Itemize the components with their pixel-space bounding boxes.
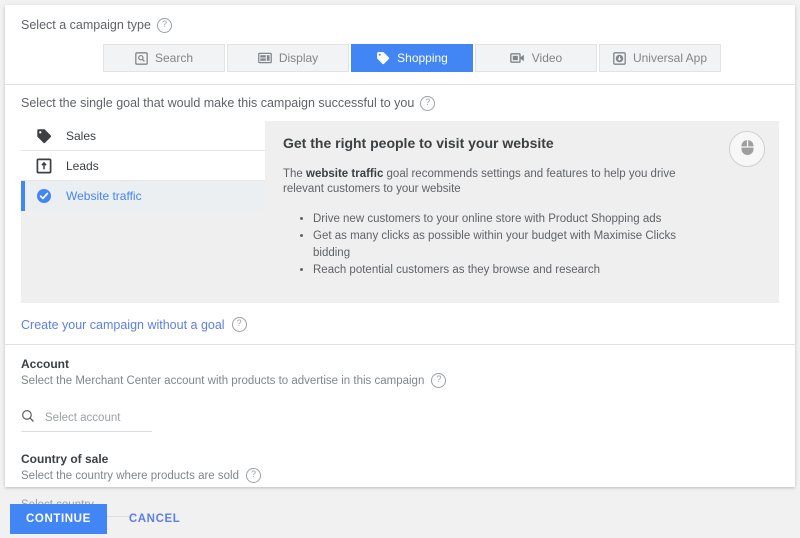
tab-display[interactable]: Display xyxy=(227,44,349,72)
country-subtitle: Select the country where products are so… xyxy=(21,469,239,482)
continue-button[interactable]: CONTINUE xyxy=(10,504,107,534)
campaign-type-label: Select a campaign type xyxy=(21,18,151,32)
goal-item-label: Website traffic xyxy=(66,189,142,203)
tab-shopping[interactable]: Shopping xyxy=(351,44,473,72)
search-square-icon xyxy=(135,51,148,65)
create-without-goal-label: Create your campaign without a goal xyxy=(21,317,225,332)
list-item: Drive new customers to your online store… xyxy=(313,211,709,228)
account-subtitle-row: Select the Merchant Center account with … xyxy=(21,373,795,388)
goal-label-row: Select the single goal that would make t… xyxy=(5,95,795,111)
goal-list: Sales Leads Website traffic xyxy=(21,121,265,303)
goal-detail-title: Get the right people to visit your websi… xyxy=(283,135,554,151)
account-section: Account Select the Merchant Center accou… xyxy=(5,345,795,517)
goal-label: Select the single goal that would make t… xyxy=(21,96,415,110)
download-circle-icon xyxy=(613,51,626,65)
campaign-type-section: Select a campaign type Search xyxy=(5,5,795,85)
computer-mouse-icon xyxy=(740,139,755,159)
tab-label: Universal App xyxy=(632,51,708,65)
goal-item-label: Leads xyxy=(66,158,99,173)
tab-label: Shopping xyxy=(397,51,448,65)
tab-label: Video xyxy=(531,51,563,65)
price-tag-icon xyxy=(376,51,390,65)
goal-detail-bullets: Drive new customers to your online store… xyxy=(283,211,709,279)
tab-video[interactable]: Video xyxy=(475,44,597,72)
campaign-card: Select a campaign type Search xyxy=(5,5,795,517)
campaign-type-label-row: Select a campaign type xyxy=(5,17,795,33)
goal-detail: Get the right people to visit your websi… xyxy=(265,121,779,303)
help-circle-icon[interactable] xyxy=(431,373,447,388)
account-search-input[interactable]: Select account xyxy=(21,403,152,432)
list-item: Reach potential customers as they browse… xyxy=(313,262,709,279)
computer-mouse-badge xyxy=(729,131,765,167)
list-item: Get as many clicks as possible within yo… xyxy=(313,228,709,262)
desc-bold: website traffic xyxy=(306,168,384,180)
help-circle-icon[interactable] xyxy=(156,17,172,33)
goal-item-leads[interactable]: Leads xyxy=(21,151,265,181)
footer-actions: CONTINUE CANCEL xyxy=(0,504,192,534)
tab-label: Display xyxy=(278,51,319,65)
account-input-placeholder: Select account xyxy=(45,411,121,424)
cancel-button[interactable]: CANCEL xyxy=(117,504,193,534)
campaign-setup-page: Select a campaign type Search xyxy=(0,0,800,538)
goal-section: Select the single goal that would make t… xyxy=(5,85,795,345)
account-title: Account xyxy=(21,357,69,371)
goal-detail-description: The website traffic goal recommends sett… xyxy=(283,167,709,197)
display-layout-icon xyxy=(257,52,272,64)
create-without-goal-link[interactable]: Create your campaign without a goal xyxy=(5,303,795,332)
desc-before: The xyxy=(283,168,307,180)
goal-item-website-traffic[interactable]: Website traffic xyxy=(21,181,265,211)
help-circle-icon[interactable] xyxy=(231,317,247,332)
goal-item-sales[interactable]: Sales xyxy=(21,121,265,151)
search-icon xyxy=(21,409,35,426)
campaign-type-tabs: Search Display Shopping Video Universal … xyxy=(5,44,795,72)
check-circle-icon xyxy=(35,187,53,205)
country-subtitle-row: Select the country where products are so… xyxy=(21,468,795,483)
form-spacer xyxy=(21,432,795,452)
goal-panel: Sales Leads Website traffic Get the righ… xyxy=(21,121,779,303)
video-camera-icon xyxy=(509,52,525,64)
tab-universal-app[interactable]: Universal App xyxy=(599,44,721,72)
tab-label: Search xyxy=(154,51,194,65)
help-circle-icon[interactable] xyxy=(245,468,261,483)
price-tag-icon xyxy=(35,127,53,145)
account-subtitle: Select the Merchant Center account with … xyxy=(21,374,425,387)
country-title: Country of sale xyxy=(21,452,109,466)
upload-box-icon xyxy=(35,157,53,175)
goal-item-label: Sales xyxy=(66,128,97,143)
help-circle-icon[interactable] xyxy=(420,95,436,111)
tab-search[interactable]: Search xyxy=(103,44,225,72)
